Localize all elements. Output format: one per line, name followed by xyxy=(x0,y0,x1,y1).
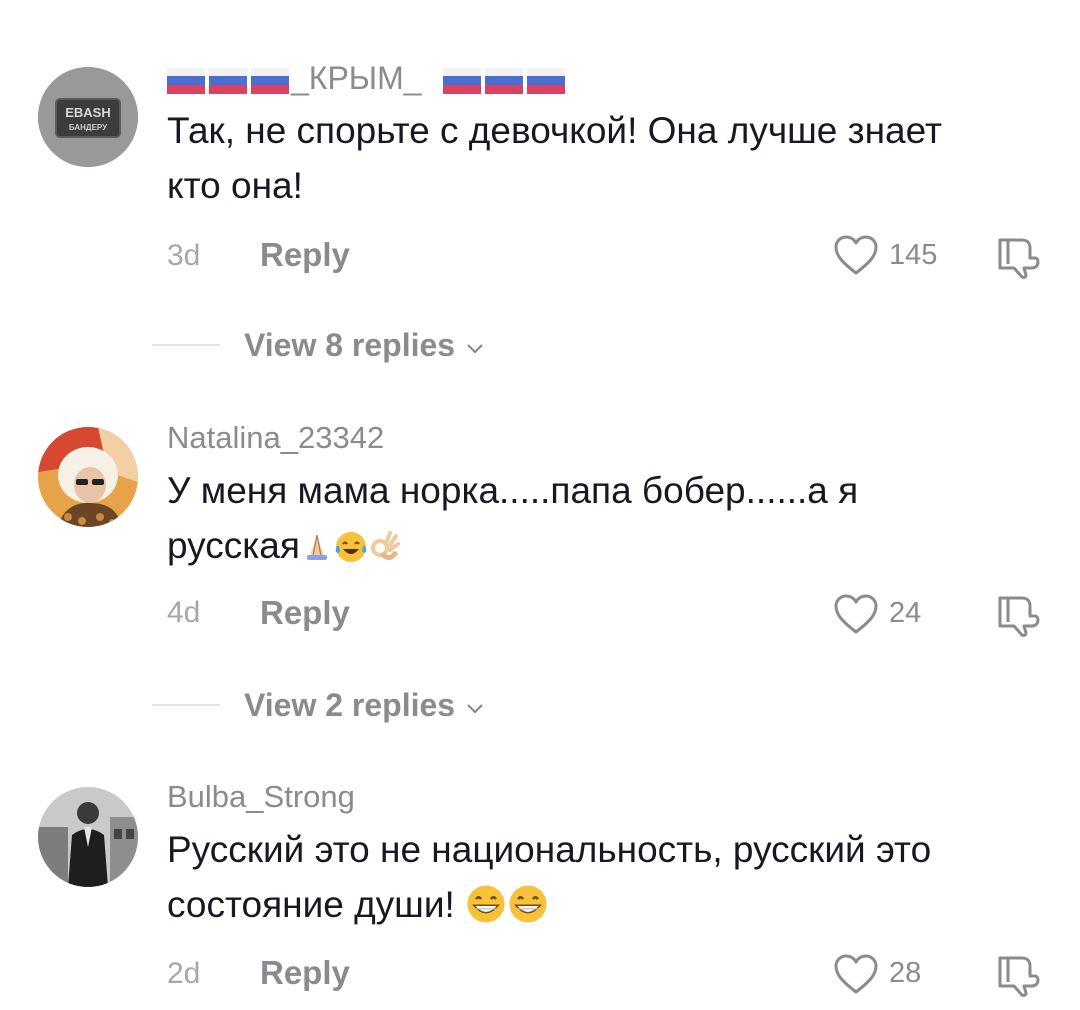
comment-text: У меня мама норка.....папа бобер......а … xyxy=(167,463,987,573)
heart-icon[interactable] xyxy=(833,953,879,995)
grinning-emoji-icon xyxy=(509,885,547,923)
avatar[interactable]: EBASH БАНДЕРУ xyxy=(38,67,138,167)
tears-of-joy-emoji-icon xyxy=(335,532,367,562)
reply-button[interactable]: Reply xyxy=(260,956,350,989)
dislike-icon[interactable] xyxy=(994,234,1040,280)
timestamp: 2d xyxy=(167,957,201,990)
like-count: 145 xyxy=(889,239,938,271)
view-replies-row[interactable]: View 8 replies xyxy=(0,325,1080,365)
chevron-down-icon xyxy=(467,703,483,714)
heart-icon[interactable] xyxy=(833,234,879,276)
svg-text:EBASH: EBASH xyxy=(65,105,111,120)
divider xyxy=(152,704,220,706)
like-count: 24 xyxy=(889,597,922,629)
username[interactable]: _КРЫМ_ xyxy=(291,62,422,94)
ok-hand-emoji-icon xyxy=(370,531,400,560)
russia-flag-icon xyxy=(443,68,565,94)
timestamp: 3d xyxy=(167,239,201,272)
reply-button[interactable]: Reply xyxy=(260,596,350,629)
reply-button[interactable]: Reply xyxy=(260,238,350,271)
comment-text-body: У меня мама норка.....папа бобер......а … xyxy=(167,470,859,566)
view-replies-button[interactable]: View 8 replies xyxy=(244,325,485,365)
comment-text: Русский это не национальность, русский э… xyxy=(167,822,1027,932)
divider xyxy=(152,344,220,346)
dislike-icon[interactable] xyxy=(994,952,1040,998)
view-replies-row[interactable]: View 2 replies xyxy=(0,685,1080,725)
timestamp: 4d xyxy=(167,596,201,629)
username[interactable]: Bulba_Strong xyxy=(167,781,355,812)
view-replies-button[interactable]: View 2 replies xyxy=(244,685,485,725)
username[interactable]: Natalina_23342 xyxy=(167,422,384,453)
view-replies-label: View 2 replies xyxy=(244,687,456,723)
folded-hands-emoji-icon xyxy=(306,534,327,560)
chevron-down-icon xyxy=(467,343,483,354)
avatar[interactable] xyxy=(38,427,138,527)
view-replies-label: View 8 replies xyxy=(244,327,456,363)
like-count: 28 xyxy=(889,957,922,989)
heart-icon[interactable] xyxy=(833,593,879,635)
svg-text:БАНДЕРУ: БАНДЕРУ xyxy=(69,123,108,132)
avatar[interactable] xyxy=(38,787,138,887)
russia-flag-icon xyxy=(167,68,289,94)
dislike-icon[interactable] xyxy=(994,592,1040,638)
grinning-emoji-icon xyxy=(467,885,505,923)
comment-text: Так, не спорьте с девочкой! Она лучше зн… xyxy=(167,110,942,206)
